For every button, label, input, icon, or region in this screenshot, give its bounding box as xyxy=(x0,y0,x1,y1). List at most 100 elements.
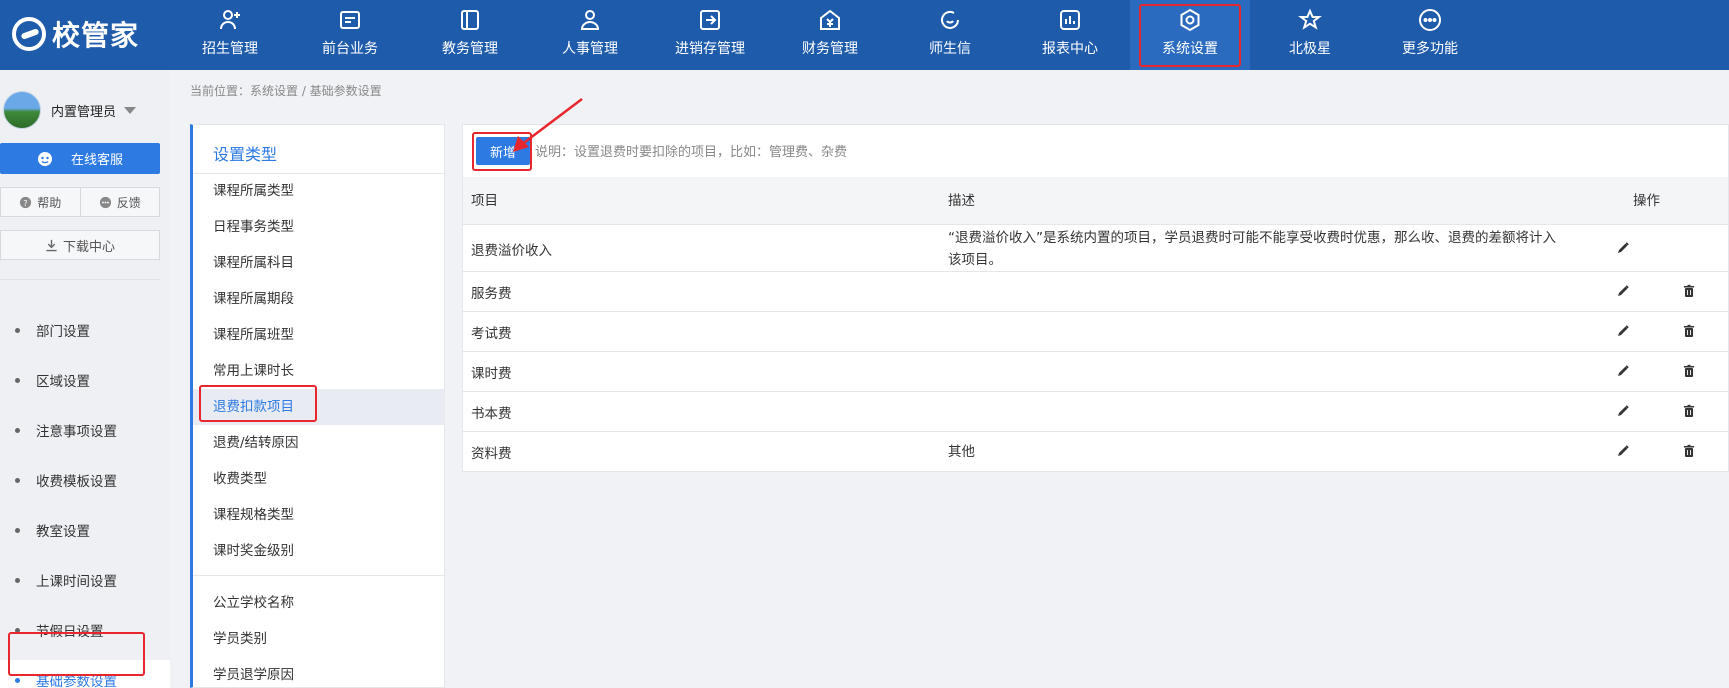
nav-item-finance[interactable]: 财务管理 xyxy=(770,0,890,70)
nav-item-enrollment[interactable]: 招生管理 xyxy=(170,0,290,70)
category-panel-title: 设置类型 xyxy=(213,145,278,164)
bullet-icon xyxy=(15,477,20,483)
trash-icon[interactable] xyxy=(1682,324,1696,338)
nav-label: 人事管理 xyxy=(562,41,618,57)
sidebar-item-notices[interactable]: 注意事项设置 xyxy=(0,410,170,450)
sidebar-item-label: 教室设置 xyxy=(36,524,90,540)
nav-item-more[interactable]: 更多功能 xyxy=(1370,0,1490,70)
category-item-refund-deduction[interactable]: 退费扣款项目 xyxy=(193,389,445,425)
sidebar-item-holiday[interactable]: 节假日设置 xyxy=(0,610,170,650)
download-icon xyxy=(46,239,57,251)
nav-label: 北极星 xyxy=(1289,41,1331,57)
edit-icon[interactable] xyxy=(1616,324,1630,338)
feedback-button[interactable]: 反馈 xyxy=(80,187,160,217)
left-sidebar: 内置管理员 在线客服 ? 帮助 反馈 下载中心 部门设置 区域设置 注意事项设置… xyxy=(0,70,170,688)
help-button[interactable]: ? 帮助 xyxy=(0,187,81,217)
trash-icon[interactable] xyxy=(1682,404,1696,418)
sidebar-item-fee-template[interactable]: 收费模板设置 xyxy=(0,460,170,500)
sidebar-item-class-time[interactable]: 上课时间设置 xyxy=(0,560,170,600)
edit-icon[interactable] xyxy=(1616,444,1630,458)
trash-icon[interactable] xyxy=(1682,444,1696,458)
edit-icon[interactable] xyxy=(1616,241,1630,255)
category-item[interactable]: 退费/结转原因 xyxy=(193,425,445,461)
edit-icon[interactable] xyxy=(1616,364,1630,378)
row-item-name: 资料费 xyxy=(471,446,512,462)
settings-icon xyxy=(1180,8,1200,32)
nav-label: 报表中心 xyxy=(1042,41,1098,57)
row-item-name: 书本费 xyxy=(471,406,512,422)
category-item[interactable]: 课程所属期段 xyxy=(193,281,445,317)
category-item[interactable]: 收费类型 xyxy=(193,461,445,497)
row-description: “退费溢价收入”是系统内置的项目，学员退费时可能不能享受收费时优惠，那么收、退费… xyxy=(948,230,1556,268)
nav-label: 更多功能 xyxy=(1402,41,1458,57)
nav-item-polaris[interactable]: 北极星 xyxy=(1250,0,1370,70)
sidebar-item-basic-params[interactable]: 基础参数设置 xyxy=(0,660,170,688)
sidebar-item-label: 节假日设置 xyxy=(36,624,104,640)
help-feedback-row: ? 帮助 反馈 xyxy=(0,187,160,217)
bullet-icon xyxy=(15,677,20,683)
add-button[interactable]: 新增 xyxy=(476,137,530,165)
nav-item-messages[interactable]: 师生信 xyxy=(890,0,1010,70)
trash-icon[interactable] xyxy=(1682,364,1696,378)
nav-item-hr[interactable]: 人事管理 xyxy=(530,0,650,70)
inventory-icon xyxy=(700,10,720,30)
book-icon xyxy=(461,10,479,30)
sidebar-item-region[interactable]: 区域设置 xyxy=(0,360,170,400)
category-item[interactable]: 学员退学原因 xyxy=(193,657,445,688)
help-icon: ? xyxy=(20,196,32,208)
download-center-button[interactable]: 下载中心 xyxy=(0,230,160,260)
sidebar-item-department[interactable]: 部门设置 xyxy=(0,310,170,350)
category-item[interactable]: 课程所属班型 xyxy=(193,317,445,353)
column-header-actions: 操作 xyxy=(1633,193,1660,209)
edit-icon[interactable] xyxy=(1616,284,1630,298)
logo-text: 校管家 xyxy=(52,19,140,52)
bullet-icon xyxy=(15,627,20,633)
nav-label: 财务管理 xyxy=(802,41,858,57)
sidebar-item-label: 上课时间设置 xyxy=(36,574,117,590)
nav-item-inventory[interactable]: 进销存管理 xyxy=(650,0,770,70)
bullet-icon xyxy=(15,377,20,383)
sidebar-item-classroom[interactable]: 教室设置 xyxy=(0,510,170,550)
nav-item-front-desk[interactable]: 前台业务 xyxy=(290,0,410,70)
online-service-label: 在线客服 xyxy=(70,153,123,168)
nav-label: 招生管理 xyxy=(202,41,258,57)
logo-mark-icon xyxy=(12,17,46,51)
sidebar-item-label: 区域设置 xyxy=(36,374,90,390)
bullet-icon xyxy=(15,427,20,433)
nav-item-academic[interactable]: 教务管理 xyxy=(410,0,530,70)
nav-label: 前台业务 xyxy=(322,41,378,57)
sidebar-divider xyxy=(0,279,160,280)
column-header-description: 描述 xyxy=(948,193,975,209)
nav-label: 系统设置 xyxy=(1162,41,1218,57)
feedback-icon xyxy=(99,196,111,208)
nav-label: 师生信 xyxy=(929,41,971,57)
user-profile[interactable]: 内置管理员 xyxy=(0,90,170,130)
online-service-button[interactable]: 在线客服 xyxy=(0,143,160,174)
table-row: 资料费 其他 xyxy=(463,432,1728,472)
row-description: 其他 xyxy=(948,444,975,460)
nav-item-system-settings[interactable]: 系统设置 xyxy=(1130,0,1250,70)
category-item[interactable]: 日程事务类型 xyxy=(193,209,445,245)
category-item[interactable]: 课时奖金级别 xyxy=(193,533,445,569)
brand-logo[interactable]: 校管家 xyxy=(12,16,139,52)
trash-icon[interactable] xyxy=(1682,284,1696,298)
category-item[interactable]: 课程所属类型 xyxy=(193,173,445,209)
sidebar-item-label: 收费模板设置 xyxy=(36,474,117,490)
message-board-icon xyxy=(340,11,360,29)
row-item-name: 考试费 xyxy=(471,326,512,342)
category-item[interactable]: 学员类别 xyxy=(193,621,445,657)
category-item[interactable]: 课程规格类型 xyxy=(193,497,445,533)
person-icon xyxy=(580,10,600,30)
nav-item-reports[interactable]: 报表中心 xyxy=(1010,0,1130,70)
category-item[interactable]: 常用上课时长 xyxy=(193,353,445,389)
bullet-icon xyxy=(15,327,20,333)
edit-icon[interactable] xyxy=(1616,404,1630,418)
table-row: 书本费 xyxy=(463,392,1728,432)
row-item-name: 课时费 xyxy=(471,366,512,382)
bullet-icon xyxy=(15,577,20,583)
category-item[interactable]: 公立学校名称 xyxy=(193,585,445,621)
chevron-down-icon xyxy=(124,106,137,114)
report-icon xyxy=(1060,10,1080,30)
category-item[interactable]: 课程所属科目 xyxy=(193,245,445,281)
top-nav-bar: 校管家 招生管理 前台业务 教务管理 人事管理 进销存管理 财务管理 师生信 报… xyxy=(0,0,1729,70)
